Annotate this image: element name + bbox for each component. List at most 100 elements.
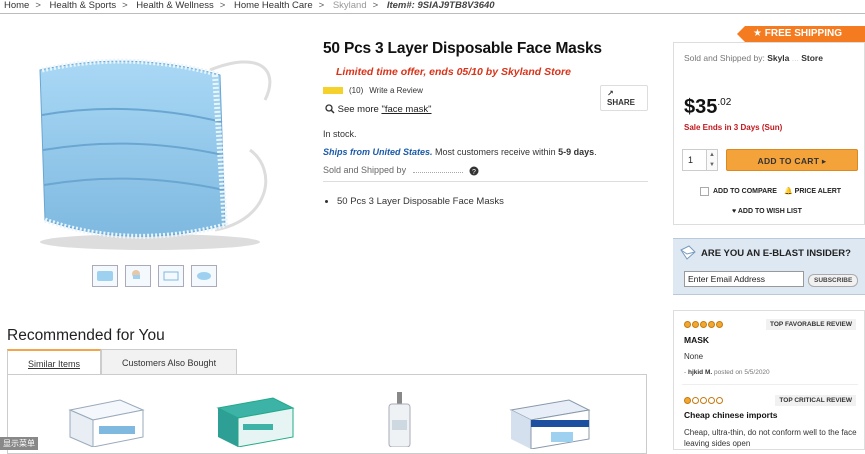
thumbnail-4[interactable] <box>191 265 217 287</box>
breadcrumb-skyland[interactable]: Skyland <box>333 0 367 11</box>
sold-by-row: Sold and Shipped by ? <box>323 165 479 176</box>
stock-status: In stock. <box>323 129 357 139</box>
review-count[interactable]: (10) <box>349 86 363 95</box>
share-label: SHARE <box>607 98 636 107</box>
product-bottle-image <box>388 392 411 448</box>
share-button[interactable]: ↗ SHARE <box>600 85 648 111</box>
sold-shipped-row: Sold and Shipped by: Skyla ... Store <box>684 53 823 63</box>
limited-offer-text: Limited time offer, ends 05/10 by Skylan… <box>336 66 571 78</box>
star-empty-icon <box>716 397 723 404</box>
delivery-suffix: . <box>594 147 597 157</box>
free-shipping-label: FREE SHIPPING <box>764 28 842 39</box>
star-empty-icon <box>692 397 699 404</box>
chevron-right-icon: ▸ <box>821 156 827 166</box>
shipping-info: Ships from United States. Most customers… <box>323 147 597 157</box>
product-info: 50 Pcs 3 Layer Disposable Face Masks Lim… <box>323 40 648 207</box>
see-more-prefix: See more <box>337 104 382 115</box>
tab-label: Similar Items <box>28 359 81 369</box>
star-empty-icon <box>708 397 715 404</box>
critical-review-title[interactable]: Cheap chinese imports <box>684 410 778 420</box>
eblast-title: ARE YOU AN E-BLAST INSIDER? <box>701 248 851 259</box>
price-dollars: $35 <box>684 96 718 118</box>
breadcrumb-separator: > <box>372 0 379 11</box>
buy-box: Sold and Shipped by: Skyla ... Store $35… <box>673 42 865 225</box>
thumbnail-1[interactable] <box>92 265 118 287</box>
top-critical-label: TOP CRITICAL REVIEW <box>775 395 856 406</box>
add-to-cart-button[interactable]: ADD TO CART ▸ <box>726 149 858 171</box>
seller-name[interactable]: Skyla <box>767 53 789 63</box>
email-input[interactable]: Enter Email Address <box>684 271 804 287</box>
recommended-product-2[interactable] <box>213 390 295 452</box>
sale-ends-text: Sale Ends in 3 Days (Sun) <box>684 123 783 132</box>
breadcrumb-separator: > <box>318 0 325 11</box>
product-box-image <box>509 399 591 450</box>
quantity-stepper[interactable]: ▲ ▼ <box>706 149 718 171</box>
recommended-product-1[interactable] <box>65 390 145 452</box>
recommended-heading: Recommended for You <box>7 327 165 344</box>
search-icon <box>325 104 335 115</box>
star-icon: ★ <box>753 28 762 39</box>
thumbnail-2[interactable] <box>125 265 151 287</box>
subscribe-button[interactable]: SUBSCRIBE <box>808 274 859 287</box>
breadcrumb-home[interactable]: Home <box>4 0 29 11</box>
stepper-up-icon[interactable]: ▲ <box>707 150 717 160</box>
star-icon <box>684 397 691 404</box>
svg-text:?: ? <box>472 169 476 176</box>
breadcrumb: Home > Health & Sports > Health & Wellness… <box>0 0 865 14</box>
rating-stars[interactable] <box>323 87 343 94</box>
breadcrumb-separator: > <box>122 0 128 11</box>
feature-item: 50 Pcs 3 Layer Disposable Face Masks <box>337 196 504 207</box>
write-review-link[interactable]: Write a Review <box>369 86 423 95</box>
review-author: hjkid M. <box>687 369 713 376</box>
breadcrumb-health-wellness[interactable]: Health & Wellness <box>136 0 213 11</box>
info-icon[interactable]: ? <box>469 166 479 176</box>
compare-checkbox[interactable] <box>700 187 709 196</box>
breadcrumb-health-sports[interactable]: Health & Sports <box>50 0 117 11</box>
add-to-compare-label: ADD TO COMPARE <box>713 188 777 195</box>
breadcrumb-separator: > <box>35 0 41 11</box>
heart-icon: ♥ <box>732 208 737 215</box>
ships-from-text: Ships from United States. <box>323 147 433 157</box>
free-shipping-banner: ★ FREE SHIPPING <box>737 26 865 42</box>
seller-suffix[interactable]: Store <box>801 53 823 63</box>
star-empty-icon <box>700 397 707 404</box>
see-more-link[interactable]: "face mask" <box>381 104 431 115</box>
favorable-rating-stars <box>684 321 723 328</box>
tab-customers-also-bought[interactable]: Customers Also Bought <box>101 349 238 375</box>
add-to-wish-list[interactable]: ♥ ADD TO WISH LIST <box>732 208 802 215</box>
feature-list: 50 Pcs 3 Layer Disposable Face Masks <box>337 196 504 207</box>
product-box-image <box>68 399 145 448</box>
stepper-down-icon[interactable]: ▼ <box>707 160 717 170</box>
show-menu-badge[interactable]: 显示菜单 <box>0 437 38 450</box>
favorable-review-meta: - hjkid M. posted on 5/5/2020 <box>684 369 770 376</box>
thumbnail-3[interactable] <box>158 265 184 287</box>
envelope-icon <box>680 245 696 260</box>
product-title: 50 Pcs 3 Layer Disposable Face Masks <box>323 40 602 57</box>
delivery-days: 5-9 days <box>558 147 595 157</box>
breadcrumb-home-health-care[interactable]: Home Health Care <box>234 0 313 11</box>
tab-similar-items[interactable]: Similar Items <box>7 349 102 375</box>
price: $35.02 <box>684 96 731 119</box>
divider <box>323 181 648 182</box>
price-alert[interactable]: 🔔 PRICE ALERT <box>784 187 841 195</box>
recommended-product-4[interactable] <box>507 394 591 454</box>
recommended-tabs: Similar Items Customers Also Bought <box>7 349 238 375</box>
eblast-signup: ARE YOU AN E-BLAST INSIDER? Enter Email … <box>673 238 865 295</box>
add-to-cart-label: ADD TO CART <box>757 156 820 166</box>
favorable-review-title[interactable]: MASK <box>684 335 709 345</box>
product-box-image <box>216 397 295 448</box>
product-main-image[interactable] <box>20 30 290 255</box>
review-date: posted on 5/5/2020 <box>714 369 770 376</box>
bell-icon: 🔔 <box>784 188 793 195</box>
critical-review-body: Cheap, ultra-thin, do not conform well t… <box>684 428 857 448</box>
sold-shipped-label: Sold and Shipped by: <box>684 53 765 63</box>
recommended-product-3[interactable] <box>380 390 420 452</box>
rating-row: (10) Write a Review <box>323 86 423 95</box>
price-alert-label: PRICE ALERT <box>794 188 842 195</box>
redacted-mark: ... <box>789 53 802 63</box>
favorable-review-body: None <box>684 352 704 361</box>
add-to-compare[interactable]: ADD TO COMPARE <box>700 187 777 196</box>
wish-list-label: ADD TO WISH LIST <box>737 208 802 215</box>
star-icon <box>708 321 715 328</box>
seller-name-redacted <box>412 172 463 173</box>
